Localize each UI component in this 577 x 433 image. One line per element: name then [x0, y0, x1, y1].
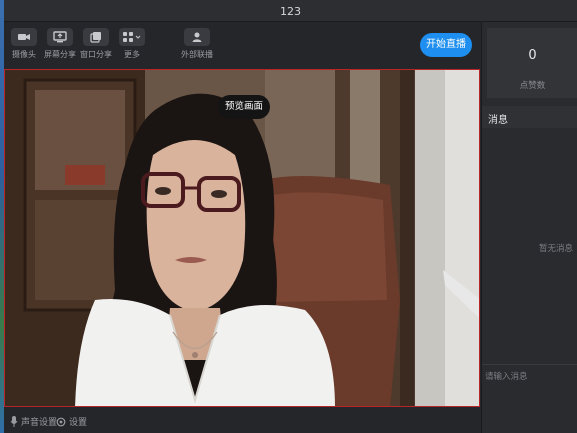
screen-share-icon: [47, 28, 73, 46]
screen-share-button[interactable]: 屏幕分享: [43, 28, 77, 60]
camera-label: 摄像头: [12, 50, 36, 59]
messages-title: 消息: [488, 115, 508, 126]
camera-feed-image: [5, 70, 479, 406]
camera-button[interactable]: 摄像头: [7, 28, 41, 60]
external-link-label: 外部联播: [181, 50, 213, 59]
gear-icon: [56, 417, 66, 426]
microphone-icon: [10, 416, 18, 427]
bottom-bar: 声音设置 设置: [4, 408, 480, 433]
window-share-icon: [83, 28, 109, 46]
settings-button[interactable]: 设置: [56, 415, 87, 428]
preview-label: 预览画面: [218, 95, 270, 119]
audio-settings-label: 声音设置: [21, 418, 58, 428]
window-share-label: 窗口分享: [80, 50, 112, 59]
more-button[interactable]: 更多: [115, 28, 149, 60]
likes-card: 0 点赞数: [487, 28, 577, 98]
person-icon: [184, 28, 210, 46]
toolbar: 摄像头 屏幕分享 窗口分享 更多 外部联播: [4, 22, 480, 68]
window-title: 123: [280, 5, 301, 18]
audio-settings-button[interactable]: 声音设置: [10, 415, 57, 428]
live-streaming-app: 123 摄像头 屏幕分享 窗口分享 更多 外部联播 开始直播 预览画面 声音设置…: [0, 0, 577, 433]
message-input-area: [482, 364, 577, 433]
video-preview: 预览画面: [4, 69, 480, 407]
more-grid-icon: [119, 28, 145, 46]
empty-messages-text: 暂无消息: [538, 244, 573, 254]
side-panel: 0 点赞数 消息 暂无消息: [481, 22, 577, 433]
message-input[interactable]: [485, 369, 575, 385]
camera-icon: [11, 28, 37, 46]
settings-label: 设置: [69, 418, 88, 428]
screen-share-label: 屏幕分享: [44, 50, 76, 59]
more-label: 更多: [124, 50, 140, 59]
likes-label: 点赞数: [519, 81, 546, 91]
messages-header: 消息: [482, 106, 577, 128]
title-bar: 123: [4, 0, 577, 22]
external-link-button[interactable]: 外部联播: [180, 28, 214, 60]
start-live-button[interactable]: 开始直播: [420, 33, 472, 57]
likes-count: 0: [528, 48, 537, 63]
window-share-button[interactable]: 窗口分享: [79, 28, 113, 60]
